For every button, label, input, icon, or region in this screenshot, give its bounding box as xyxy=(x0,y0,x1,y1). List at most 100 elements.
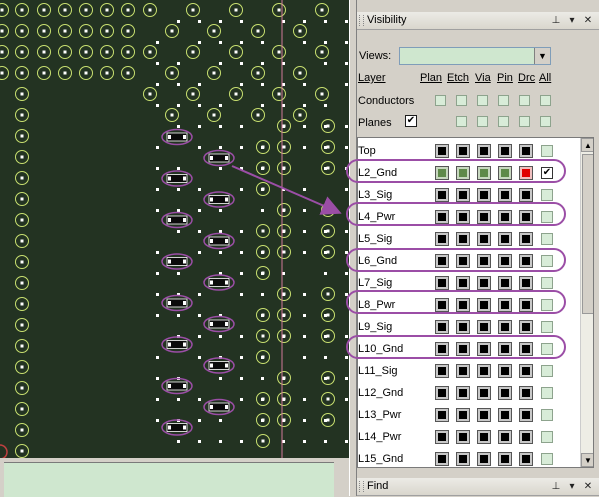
visibility-titlebar[interactable]: Visibility ⊥ ▾ ✕ xyxy=(357,12,599,30)
conductors-drc-checkbox[interactable] xyxy=(519,95,530,106)
layer-all-checkbox[interactable] xyxy=(541,453,553,465)
pushpin-icon[interactable]: ⊥ xyxy=(549,14,563,28)
layer-color-swatch[interactable] xyxy=(435,430,449,444)
chevron-down-icon[interactable]: ▼ xyxy=(534,48,550,64)
layer-color-swatch[interactable] xyxy=(519,364,533,378)
scroll-up-icon[interactable]: ▲ xyxy=(581,138,593,152)
layer-color-swatch[interactable] xyxy=(498,386,512,400)
layer-row[interactable]: L3_Sig xyxy=(358,184,578,206)
layer-row[interactable]: L11_Sig xyxy=(358,360,578,382)
layer-color-swatch[interactable] xyxy=(435,144,449,158)
layer-color-swatch[interactable] xyxy=(477,408,491,422)
layer-color-swatch[interactable] xyxy=(456,210,470,224)
layer-color-swatch[interactable] xyxy=(435,188,449,202)
planes-checkbox[interactable]: ✔ xyxy=(405,115,417,127)
layer-color-swatch[interactable] xyxy=(456,166,470,180)
layer-color-swatch[interactable] xyxy=(435,232,449,246)
find-titlebar[interactable]: Find ⊥ ▾ ✕ xyxy=(357,478,599,496)
panel-splitter[interactable] xyxy=(349,0,357,496)
layer-all-checkbox[interactable] xyxy=(541,277,553,289)
layer-color-swatch[interactable] xyxy=(456,320,470,334)
layer-color-swatch[interactable] xyxy=(477,452,491,466)
planes-all-checkbox[interactable] xyxy=(540,116,551,127)
layer-color-swatch[interactable] xyxy=(477,210,491,224)
layer-color-swatch[interactable] xyxy=(498,144,512,158)
layer-color-swatch[interactable] xyxy=(456,144,470,158)
layer-color-swatch[interactable] xyxy=(456,452,470,466)
layer-color-swatch[interactable] xyxy=(498,210,512,224)
layer-color-swatch[interactable] xyxy=(519,254,533,268)
conductors-all-checkbox[interactable] xyxy=(540,95,551,106)
layer-color-swatch[interactable] xyxy=(498,232,512,246)
close-icon[interactable]: ✕ xyxy=(581,14,595,28)
layer-all-checkbox[interactable] xyxy=(541,387,553,399)
layer-color-swatch[interactable] xyxy=(435,276,449,290)
layer-color-swatch[interactable] xyxy=(498,166,512,180)
layer-color-swatch[interactable] xyxy=(519,298,533,312)
layer-row[interactable]: L4_Pwr xyxy=(358,206,578,228)
layer-all-checkbox[interactable] xyxy=(541,211,553,223)
layer-row[interactable]: L7_Sig xyxy=(358,272,578,294)
chevron-down-icon[interactable]: ▾ xyxy=(565,14,579,28)
layer-row[interactable]: L9_Sig xyxy=(358,316,578,338)
layer-color-swatch[interactable] xyxy=(456,276,470,290)
layer-color-swatch[interactable] xyxy=(435,452,449,466)
layer-color-swatch[interactable] xyxy=(477,166,491,180)
pcb-canvas[interactable] xyxy=(0,0,349,458)
layer-color-swatch[interactable] xyxy=(498,254,512,268)
close-icon[interactable]: ✕ xyxy=(581,480,595,494)
layer-row[interactable]: L15_Gnd xyxy=(358,448,578,467)
layer-row[interactable]: L14_Pwr xyxy=(358,426,578,448)
layer-color-swatch[interactable] xyxy=(519,144,533,158)
layer-color-swatch[interactable] xyxy=(519,166,533,180)
layer-row[interactable]: L10_Gnd xyxy=(358,338,578,360)
layer-all-checkbox[interactable] xyxy=(541,321,553,333)
layer-color-swatch[interactable] xyxy=(435,386,449,400)
layer-color-swatch[interactable] xyxy=(456,430,470,444)
conductors-etch-checkbox[interactable] xyxy=(456,95,467,106)
layer-color-swatch[interactable] xyxy=(456,364,470,378)
layer-color-swatch[interactable] xyxy=(435,364,449,378)
layer-all-checkbox[interactable] xyxy=(541,255,553,267)
layer-all-checkbox[interactable] xyxy=(541,233,553,245)
layer-color-swatch[interactable] xyxy=(456,254,470,268)
layer-all-checkbox[interactable] xyxy=(541,343,553,355)
layer-color-swatch[interactable] xyxy=(435,298,449,312)
scroll-down-icon[interactable]: ▼ xyxy=(581,453,593,467)
layer-color-swatch[interactable] xyxy=(477,188,491,202)
layer-color-swatch[interactable] xyxy=(435,320,449,334)
layer-color-swatch[interactable] xyxy=(498,276,512,290)
layer-color-swatch[interactable] xyxy=(498,320,512,334)
layer-color-swatch[interactable] xyxy=(519,430,533,444)
layer-color-swatch[interactable] xyxy=(477,254,491,268)
layer-color-swatch[interactable] xyxy=(477,430,491,444)
layer-color-swatch[interactable] xyxy=(456,188,470,202)
planes-via-checkbox[interactable] xyxy=(477,116,488,127)
layer-color-swatch[interactable] xyxy=(519,386,533,400)
layer-color-swatch[interactable] xyxy=(435,210,449,224)
layer-color-swatch[interactable] xyxy=(477,386,491,400)
layer-all-checkbox[interactable] xyxy=(541,409,553,421)
conductors-plan-checkbox[interactable] xyxy=(435,95,446,106)
planes-pin-checkbox[interactable] xyxy=(498,116,509,127)
layer-color-swatch[interactable] xyxy=(456,342,470,356)
layer-color-swatch[interactable] xyxy=(456,408,470,422)
layer-color-swatch[interactable] xyxy=(519,276,533,290)
layer-color-swatch[interactable] xyxy=(498,298,512,312)
layer-color-swatch[interactable] xyxy=(519,452,533,466)
layer-color-swatch[interactable] xyxy=(498,430,512,444)
layer-color-swatch[interactable] xyxy=(477,342,491,356)
scroll-thumb[interactable] xyxy=(582,154,593,314)
planes-drc-checkbox[interactable] xyxy=(519,116,530,127)
layer-color-swatch[interactable] xyxy=(435,342,449,356)
command-area[interactable] xyxy=(4,462,334,497)
layer-color-swatch[interactable] xyxy=(519,210,533,224)
layer-color-swatch[interactable] xyxy=(498,342,512,356)
layer-color-swatch[interactable] xyxy=(456,232,470,246)
layer-color-swatch[interactable] xyxy=(498,188,512,202)
layer-all-checkbox[interactable] xyxy=(541,431,553,443)
layer-color-swatch[interactable] xyxy=(519,408,533,422)
layer-color-swatch[interactable] xyxy=(477,320,491,334)
layer-row[interactable]: L2_Gnd ✔ xyxy=(358,162,578,184)
layer-color-swatch[interactable] xyxy=(435,254,449,268)
